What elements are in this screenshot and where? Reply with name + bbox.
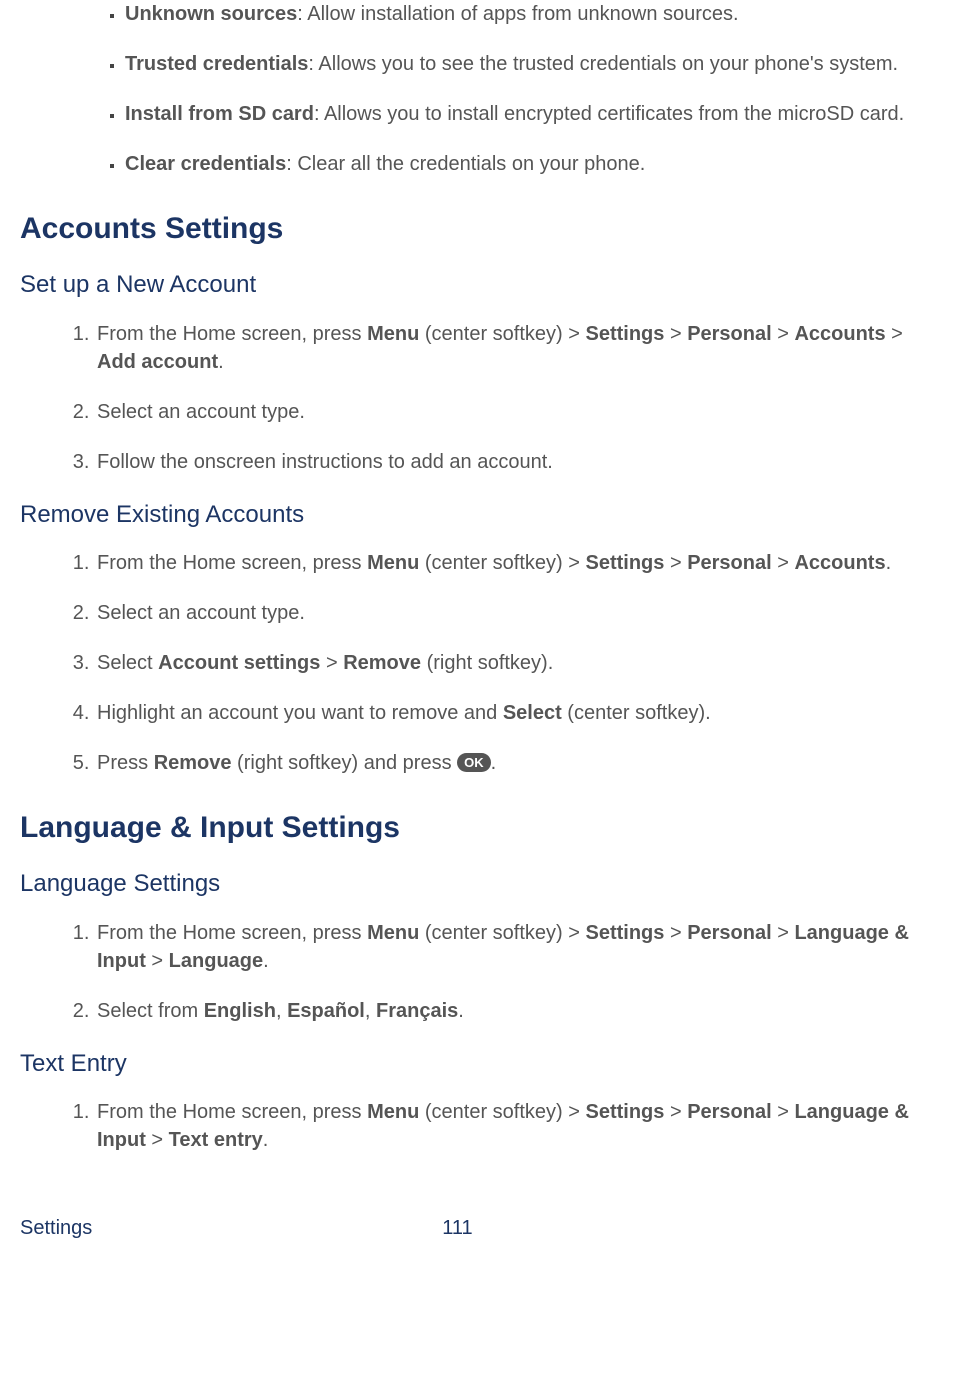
text: Press xyxy=(97,752,154,774)
list-item: From the Home screen, press Menu (center… xyxy=(95,549,946,577)
text: Select from xyxy=(97,1000,204,1022)
text: , xyxy=(365,1000,376,1022)
bullet-desc: : Allow installation of apps from unknow… xyxy=(297,3,738,25)
text: > xyxy=(886,323,903,345)
language-settings-steps: From the Home screen, press Menu (center… xyxy=(20,919,946,1025)
list-item: From the Home screen, press Menu (center… xyxy=(95,1098,946,1154)
bold: Remove xyxy=(343,652,421,674)
text: > xyxy=(320,652,343,674)
bold: Menu xyxy=(367,1101,419,1123)
text: > xyxy=(772,1101,795,1123)
setup-account-steps: From the Home screen, press Menu (center… xyxy=(20,320,946,476)
footer-page-number: 111 xyxy=(442,1214,472,1242)
text: , xyxy=(276,1000,287,1022)
text: From the Home screen, press xyxy=(97,1101,367,1123)
bold: Remove xyxy=(154,752,232,774)
bullet-item: Trusted credentials: Allows you to see t… xyxy=(125,50,946,78)
bold: English xyxy=(204,1000,276,1022)
text: . xyxy=(263,950,269,972)
subsection-language-settings: Language Settings xyxy=(20,867,946,901)
bold: Account settings xyxy=(158,652,320,674)
text: . xyxy=(458,1000,464,1022)
text: > xyxy=(772,922,795,944)
text: From the Home screen, press xyxy=(97,552,367,574)
bold: Settings xyxy=(585,922,664,944)
text: From the Home screen, press xyxy=(97,323,367,345)
section-accounts-settings: Accounts Settings xyxy=(20,208,946,250)
text: From the Home screen, press xyxy=(97,922,367,944)
text: > xyxy=(664,323,687,345)
bold: Accounts xyxy=(794,323,885,345)
bold: Personal xyxy=(687,1101,771,1123)
footer-section: Settings xyxy=(20,1214,92,1242)
bold: Español xyxy=(287,1000,365,1022)
bold: Select xyxy=(503,702,562,724)
list-item: Follow the onscreen instructions to add … xyxy=(95,448,946,476)
subsection-text-entry: Text Entry xyxy=(20,1047,946,1081)
bold: Add account xyxy=(97,351,218,373)
remove-account-steps: From the Home screen, press Menu (center… xyxy=(20,549,946,777)
text: > xyxy=(664,1101,687,1123)
bullet-term: Clear credentials xyxy=(125,153,286,175)
text: . xyxy=(218,351,224,373)
bullet-term: Install from SD card xyxy=(125,103,314,125)
text: (center softkey). xyxy=(562,702,711,724)
list-item: Select Account settings > Remove (right … xyxy=(95,649,946,677)
text-entry-steps: From the Home screen, press Menu (center… xyxy=(20,1098,946,1154)
bold: Accounts xyxy=(794,552,885,574)
list-item: Highlight an account you want to remove … xyxy=(95,699,946,727)
list-item: Select an account type. xyxy=(95,398,946,426)
text: (center softkey) > xyxy=(419,323,585,345)
text: > xyxy=(772,323,795,345)
bold: Menu xyxy=(367,552,419,574)
bullet-item: Clear credentials: Clear all the credent… xyxy=(125,150,946,178)
text: (center softkey) > xyxy=(419,552,585,574)
bold: Settings xyxy=(585,552,664,574)
list-item: From the Home screen, press Menu (center… xyxy=(95,320,946,376)
security-bullet-list: Unknown sources: Allow installation of a… xyxy=(20,0,946,178)
text: Select xyxy=(97,652,158,674)
list-item: Select from English, Español, Français. xyxy=(95,997,946,1025)
subsection-remove-accounts: Remove Existing Accounts xyxy=(20,498,946,532)
page-content: Unknown sources: Allow installation of a… xyxy=(20,0,946,1262)
bold: Text entry xyxy=(169,1129,263,1151)
bold: Menu xyxy=(367,922,419,944)
list-item: Select an account type. xyxy=(95,599,946,627)
ok-icon: OK xyxy=(457,753,491,772)
bullet-item: Unknown sources: Allow installation of a… xyxy=(125,0,946,28)
text: (center softkey) > xyxy=(419,922,585,944)
text: > xyxy=(664,922,687,944)
text: . xyxy=(491,752,497,774)
bold: Settings xyxy=(585,1101,664,1123)
bold: Settings xyxy=(585,323,664,345)
bold: Personal xyxy=(687,922,771,944)
page-footer: Settings 111 xyxy=(20,1214,946,1262)
text: (right softkey) and press xyxy=(232,752,458,774)
list-item: Press Remove (right softkey) and press O… xyxy=(95,749,946,777)
bullet-term: Unknown sources xyxy=(125,3,297,25)
text: > xyxy=(146,1129,169,1151)
text: . xyxy=(263,1129,269,1151)
text: . xyxy=(886,552,892,574)
text: > xyxy=(146,950,169,972)
bullet-desc: : Allows you to see the trusted credenti… xyxy=(308,53,898,75)
text: > xyxy=(772,552,795,574)
bold: Personal xyxy=(687,552,771,574)
bold: Français xyxy=(376,1000,458,1022)
bullet-term: Trusted credentials xyxy=(125,53,308,75)
text: > xyxy=(664,552,687,574)
section-language-input: Language & Input Settings xyxy=(20,807,946,849)
text: Highlight an account you want to remove … xyxy=(97,702,503,724)
text: (center softkey) > xyxy=(419,1101,585,1123)
bold: Language xyxy=(169,950,263,972)
bullet-item: Install from SD card: Allows you to inst… xyxy=(125,100,946,128)
text: (right softkey). xyxy=(421,652,553,674)
subsection-setup-new-account: Set up a New Account xyxy=(20,268,946,302)
bold: Menu xyxy=(367,323,419,345)
bold: Personal xyxy=(687,323,771,345)
list-item: From the Home screen, press Menu (center… xyxy=(95,919,946,975)
bullet-desc: : Clear all the credentials on your phon… xyxy=(286,153,645,175)
bullet-desc: : Allows you to install encrypted certif… xyxy=(314,103,904,125)
